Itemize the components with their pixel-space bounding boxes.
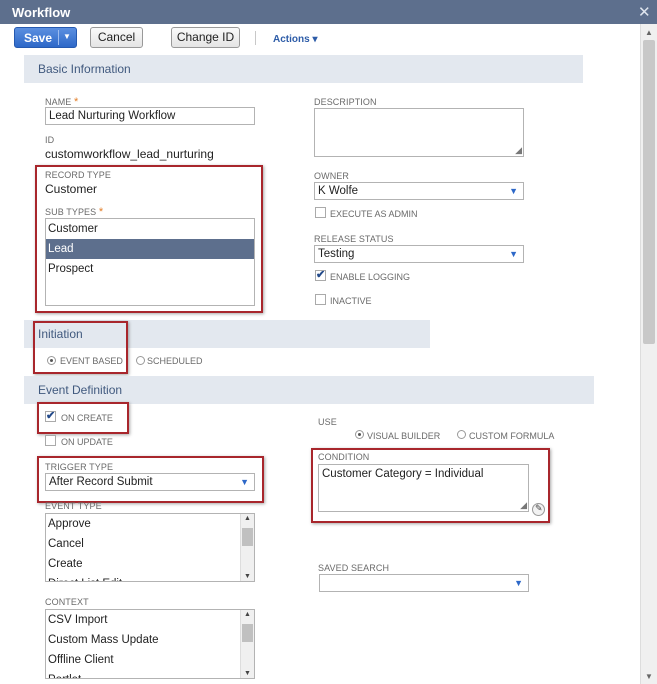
- custom-formula-label: CUSTOM FORMULA: [469, 431, 555, 441]
- list-item[interactable]: Customer: [46, 219, 254, 239]
- list-item[interactable]: Cancel: [46, 534, 240, 554]
- scheduled-label: SCHEDULED: [147, 356, 203, 366]
- resize-grip-icon[interactable]: ◢: [520, 500, 527, 511]
- name-field[interactable]: Lead Nurturing Workflow: [45, 107, 255, 125]
- owner-label: OWNER: [314, 171, 349, 181]
- description-label: DESCRIPTION: [314, 97, 377, 107]
- section-basic-information: Basic Information: [24, 55, 583, 83]
- condition-value: Customer Category = Individual: [322, 468, 484, 480]
- context-label: CONTEXT: [45, 597, 89, 607]
- scrollbar-thumb[interactable]: [242, 624, 253, 642]
- actions-menu[interactable]: Actions ▾: [273, 34, 317, 45]
- execute-as-admin-checkbox[interactable]: [315, 207, 326, 218]
- saved-search-label: SAVED SEARCH: [318, 563, 390, 573]
- list-scrollbar[interactable]: ▲ ▼: [240, 610, 254, 678]
- list-item[interactable]: Approve: [46, 514, 240, 534]
- custom-formula-radio[interactable]: [457, 430, 466, 439]
- page-scrollbar[interactable]: ▲ ▼: [640, 24, 657, 684]
- section-event-definition: Event Definition: [24, 376, 594, 404]
- trigger-type-select[interactable]: After Record Submit ▼: [45, 473, 255, 491]
- checkmark-icon: ✔: [46, 410, 56, 422]
- list-item[interactable]: Custom Mass Update: [46, 630, 240, 650]
- id-label: ID: [45, 135, 55, 145]
- event-based-radio[interactable]: [47, 356, 56, 365]
- condition-label: CONDITION: [318, 452, 370, 462]
- section-title: Event Definition: [38, 383, 123, 397]
- edit-condition-icon[interactable]: ✎: [532, 503, 545, 516]
- chevron-down-icon: ▼: [514, 578, 523, 588]
- chevron-down-icon: ▼: [509, 249, 518, 259]
- visual-builder-label: VISUAL BUILDER: [367, 431, 441, 441]
- highlight-box-initiation: [33, 321, 128, 374]
- enable-logging-checkbox[interactable]: ✔: [315, 269, 326, 281]
- visual-builder-radio[interactable]: [355, 430, 364, 439]
- enable-logging-label: ENABLE LOGGING: [330, 272, 411, 282]
- close-icon[interactable]: ✕: [638, 3, 651, 21]
- scroll-down-icon[interactable]: ▼: [244, 670, 251, 677]
- sub-types-label: SUB TYPES *: [45, 206, 104, 218]
- scrollbar-thumb[interactable]: [643, 40, 655, 344]
- checkmark-icon: ✔: [316, 269, 326, 281]
- use-label: USE: [318, 417, 337, 427]
- event-based-label: EVENT BASED: [60, 356, 123, 366]
- scheduled-radio[interactable]: [136, 356, 145, 365]
- release-status-value: Testing: [318, 248, 355, 260]
- record-type-value: Customer: [45, 182, 98, 196]
- owner-select[interactable]: K Wolfe ▼: [314, 182, 524, 200]
- name-field-value: Lead Nurturing Workflow: [49, 110, 176, 122]
- list-scrollbar[interactable]: ▲ ▼: [240, 514, 254, 581]
- description-field[interactable]: ◢: [314, 108, 524, 157]
- resize-grip-icon[interactable]: ◢: [515, 145, 522, 156]
- window-title: Workflow: [12, 5, 71, 20]
- on-update-checkbox[interactable]: [45, 435, 56, 446]
- event-type-label: EVENT TYPE: [45, 501, 102, 511]
- scroll-up-icon[interactable]: ▲: [244, 611, 251, 618]
- condition-field[interactable]: Customer Category = Individual ◢: [318, 464, 529, 512]
- execute-as-admin-label: EXECUTE AS ADMIN: [330, 209, 418, 219]
- record-type-label: RECORD TYPE: [45, 170, 111, 180]
- list-item-selected[interactable]: Lead: [46, 239, 254, 259]
- list-item[interactable]: Offline Client: [46, 650, 240, 670]
- inactive-checkbox[interactable]: [315, 294, 326, 305]
- scroll-down-icon[interactable]: ▼: [244, 573, 251, 580]
- context-list[interactable]: CSV Import Custom Mass Update Offline Cl…: [45, 609, 255, 679]
- save-button-divider: [58, 30, 59, 45]
- cancel-button[interactable]: Cancel: [90, 27, 143, 48]
- on-update-label: ON UPDATE: [61, 437, 113, 447]
- owner-value: K Wolfe: [318, 185, 359, 197]
- save-button[interactable]: Save ▼: [14, 27, 77, 48]
- trigger-type-label: TRIGGER TYPE: [45, 462, 114, 472]
- section-title: Basic Information: [38, 62, 131, 76]
- chevron-down-icon: ▼: [240, 477, 249, 487]
- release-status-label: RELEASE STATUS: [314, 234, 394, 244]
- list-item[interactable]: Direct List Edit: [46, 574, 240, 581]
- chevron-down-icon[interactable]: ▼: [63, 32, 71, 41]
- saved-search-select[interactable]: ▼: [319, 574, 529, 592]
- required-icon: *: [98, 206, 104, 218]
- event-type-list[interactable]: Approve Cancel Create Direct List Edit ▲…: [45, 513, 255, 582]
- change-id-button[interactable]: Change ID: [171, 27, 240, 48]
- toolbar-divider: [255, 31, 256, 45]
- chevron-down-icon: ▼: [509, 186, 518, 196]
- save-button-label: Save: [24, 31, 53, 45]
- scroll-up-icon[interactable]: ▲: [244, 515, 251, 522]
- inactive-label: INACTIVE: [330, 296, 372, 306]
- sub-types-list[interactable]: Customer Lead Prospect: [45, 218, 255, 306]
- scroll-down-icon[interactable]: ▼: [645, 672, 653, 681]
- scroll-up-icon[interactable]: ▲: [645, 28, 653, 37]
- trigger-type-value: After Record Submit: [49, 476, 153, 488]
- release-status-select[interactable]: Testing ▼: [314, 245, 524, 263]
- list-item[interactable]: Portlet: [46, 670, 240, 678]
- window-titlebar: Workflow ✕: [0, 0, 657, 24]
- list-item[interactable]: CSV Import: [46, 610, 240, 630]
- scrollbar-thumb[interactable]: [242, 528, 253, 546]
- on-create-label: ON CREATE: [61, 413, 113, 423]
- on-create-checkbox[interactable]: ✔: [45, 410, 56, 422]
- id-value: customworkflow_lead_nurturing: [45, 147, 214, 161]
- list-item[interactable]: Create: [46, 554, 240, 574]
- list-item[interactable]: Prospect: [46, 259, 254, 279]
